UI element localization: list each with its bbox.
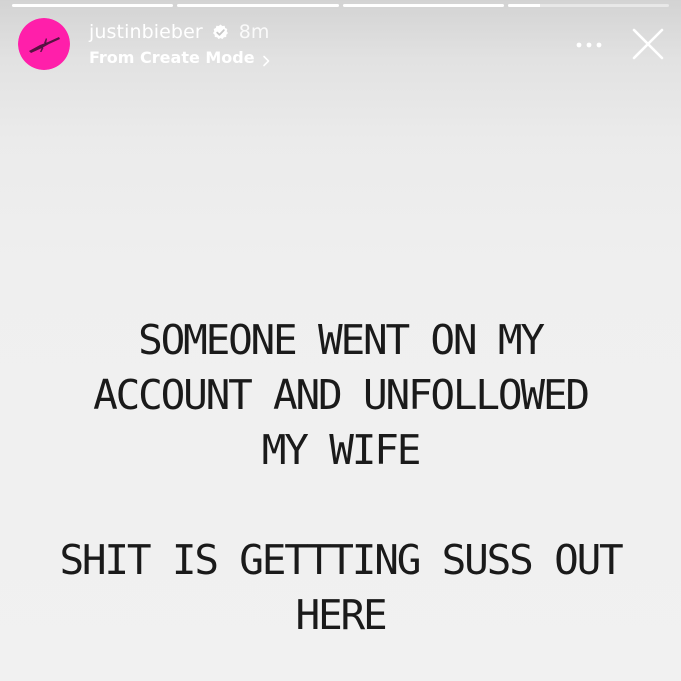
caption-line: SOMEONE WENT ON MY <box>138 316 545 364</box>
verified-badge-icon <box>212 24 229 41</box>
story-viewer[interactable]: justinbieber 8m From Create Mode SOMEONE… <box>0 0 681 681</box>
story-header: justinbieber 8m From Create Mode <box>18 18 666 72</box>
story-text: SOMEONE WENT ON MY ACCOUNT AND UNFOLLOWE… <box>10 313 671 643</box>
name-row: justinbieber 8m <box>89 19 271 45</box>
source-label: From Create Mode <box>89 48 255 67</box>
caption-line: MY WIFE <box>261 426 422 474</box>
caption-line: HERE <box>295 591 388 639</box>
progress-segment <box>342 4 504 7</box>
chevron-right-icon <box>261 52 271 66</box>
avatar[interactable] <box>18 18 70 70</box>
username[interactable]: justinbieber <box>89 21 203 43</box>
progress-segment <box>177 4 339 7</box>
create-mode-link[interactable]: From Create Mode <box>89 48 271 67</box>
story-progress-bar <box>12 4 669 7</box>
progress-segment <box>507 4 669 7</box>
more-icon[interactable] <box>574 35 604 55</box>
caption-line: SHIT IS GETTTING SUSS OUT <box>59 536 623 584</box>
progress-segment <box>12 4 174 7</box>
user-info: justinbieber 8m From Create Mode <box>89 19 271 67</box>
caption-line: ACCOUNT AND UNFOLLOWED <box>93 371 590 419</box>
post-time: 8m <box>238 21 270 43</box>
close-icon[interactable] <box>630 26 666 62</box>
